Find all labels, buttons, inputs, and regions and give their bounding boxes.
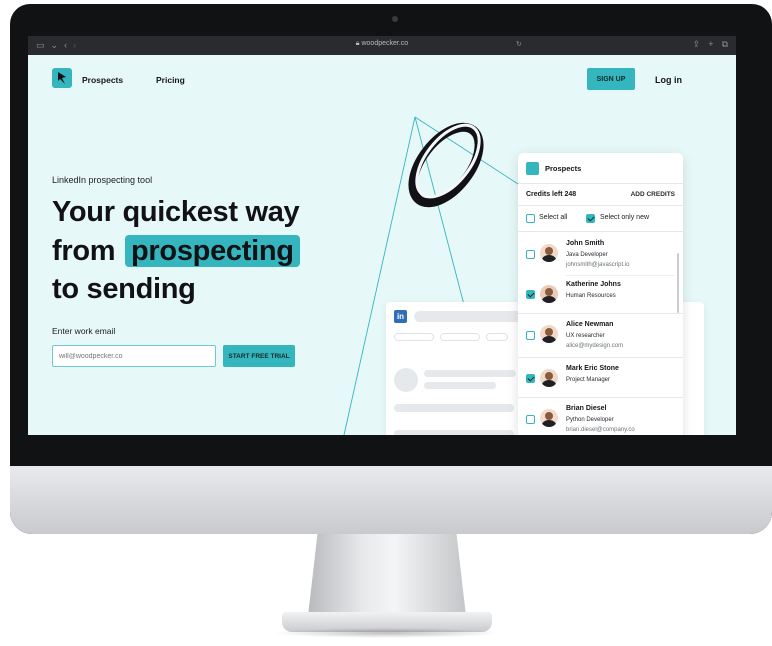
prospect-checkbox[interactable]	[526, 331, 535, 340]
select-new-checkbox[interactable]	[586, 214, 595, 223]
nav-pricing[interactable]: Pricing	[156, 75, 185, 85]
divider	[518, 205, 683, 206]
linkedin-icon: in	[394, 310, 407, 323]
web-page: Prospects Pricing SIGN UP Log in LinkedI…	[28, 55, 736, 435]
divider	[518, 397, 683, 398]
hero-kicker: LinkedIn prospecting tool	[52, 175, 153, 185]
camera	[392, 16, 398, 22]
skeleton-bar	[394, 430, 514, 435]
skeleton-chip	[440, 333, 480, 341]
email-input[interactable]	[52, 345, 216, 367]
select-all-checkbox[interactable]	[526, 214, 535, 223]
headline-highlight: prospecting	[125, 234, 300, 267]
skeleton-bar	[414, 311, 524, 322]
prospect-job: UX researcher	[566, 333, 605, 339]
stand-shadow	[272, 628, 502, 638]
avatar	[540, 244, 558, 262]
prospect-email: johnsmith@javascript.io	[566, 262, 630, 268]
tabs-icon[interactable]: ⧉	[722, 39, 728, 49]
panel-scrollbar[interactable]	[677, 253, 679, 313]
reader-icon[interactable]: ↻	[516, 40, 522, 48]
headline-line-2-prefix: from	[52, 234, 116, 267]
start-trial-button[interactable]: START FREE TRIAL	[223, 345, 295, 367]
select-new-label: Select only new	[600, 214, 650, 221]
email-label: Enter work email	[52, 326, 116, 336]
prospect-checkbox[interactable]	[526, 250, 535, 259]
prospect-checkbox[interactable]	[526, 415, 535, 424]
monitor-stand-neck	[308, 534, 466, 616]
prospect-checkbox[interactable]	[526, 374, 535, 383]
divider	[518, 183, 683, 184]
divider	[518, 357, 683, 358]
prospect-job: Human Resources	[566, 293, 616, 299]
browser-actions: ⇪ + ⧉	[693, 39, 728, 49]
nav-prospects[interactable]: Prospects	[82, 75, 123, 85]
prospect-row[interactable]: Brian Diesel Python Developer brian.dies…	[518, 401, 683, 435]
prospect-checkbox[interactable]	[526, 290, 535, 299]
avatar	[540, 409, 558, 427]
skeleton-bar	[424, 370, 516, 377]
prospect-name: John Smith	[566, 240, 605, 247]
skeleton-chip	[394, 333, 434, 341]
credits-left: Credits left 248	[526, 191, 577, 198]
signup-button[interactable]: SIGN UP	[587, 68, 635, 90]
panel-title: Prospects	[545, 164, 582, 173]
avatar	[540, 325, 558, 343]
plus-icon[interactable]: +	[708, 39, 713, 49]
lock-icon: 🔒︎	[355, 40, 360, 47]
skeleton-avatar	[394, 368, 418, 392]
prospects-panel: Prospects Credits left 248 ADD CREDITS S…	[518, 153, 683, 435]
prospect-name: Brian Diesel	[566, 405, 607, 412]
headline-line-3: to sending	[52, 273, 196, 305]
prospect-email: alice@mydesign.com	[566, 343, 624, 349]
prospect-job: Python Developer	[566, 417, 614, 423]
skeleton-bar	[394, 404, 514, 412]
skeleton-chip	[486, 333, 508, 341]
skeleton-bar	[424, 382, 496, 389]
avatar	[540, 369, 558, 387]
prospect-row[interactable]: John Smith Java Developer johnsmith@java…	[518, 236, 683, 276]
woodpecker-icon	[58, 72, 66, 84]
address-bar[interactable]: 🔒︎ woodpecker.co	[28, 40, 736, 48]
prospect-name: Mark Eric Stone	[566, 365, 619, 372]
monitor-chin	[10, 466, 772, 534]
prospect-row[interactable]: Katherine Johns Human Resources	[518, 277, 683, 313]
url-text: woodpecker.co	[361, 40, 409, 47]
ring-graphic	[408, 122, 484, 208]
brand-logo[interactable]	[52, 68, 72, 88]
select-all-label: Select all	[539, 214, 568, 221]
prospect-job: Project Manager	[566, 377, 611, 383]
prospect-job: Java Developer	[566, 252, 608, 258]
row-divider	[566, 275, 674, 276]
share-icon[interactable]: ⇪	[693, 39, 701, 49]
avatar	[540, 285, 558, 303]
browser-toolbar: ▭ ⌄ ‹ › 🔒︎ woodpecker.co ↻ ⇪ + ⧉	[28, 36, 736, 55]
hero-headline: Your quickest way from prospecting to se…	[52, 193, 300, 309]
add-credits-button[interactable]: ADD CREDITS	[631, 191, 675, 198]
headline-line-1: Your quickest way	[52, 196, 300, 228]
prospect-row[interactable]: Mark Eric Stone Project Manager	[518, 361, 683, 397]
prospect-row[interactable]: Alice Newman UX researcher alice@mydesig…	[518, 317, 683, 357]
headline-line-2: from prospecting	[52, 232, 300, 271]
divider	[518, 313, 683, 314]
prospect-name: Alice Newman	[566, 321, 614, 328]
prospect-email: brian.diesel@company.co	[566, 427, 635, 433]
divider	[518, 231, 683, 232]
prospect-name: Katherine Johns	[566, 281, 621, 288]
panel-logo-icon	[526, 162, 539, 175]
login-link[interactable]: Log in	[655, 75, 682, 85]
